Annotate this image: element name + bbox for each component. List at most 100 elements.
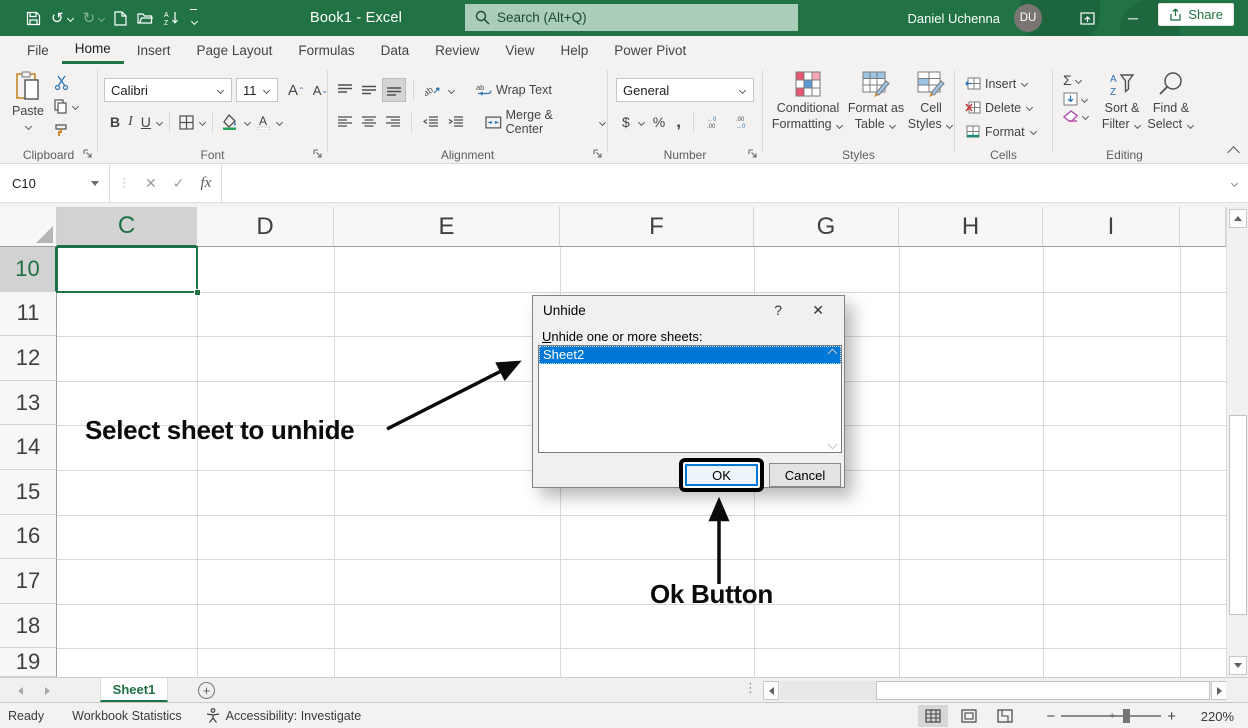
align-right-button[interactable] xyxy=(382,110,404,134)
fill-button[interactable] xyxy=(1063,92,1090,106)
zoom-slider[interactable]: + xyxy=(1061,715,1161,717)
number-format-select[interactable]: General xyxy=(616,78,754,102)
tab-page-layout[interactable]: Page Layout xyxy=(184,36,286,64)
workbook-statistics[interactable]: Workbook Statistics xyxy=(72,709,182,723)
increase-decimal-button[interactable]: ←0.00 xyxy=(702,110,728,134)
share-button[interactable]: Share xyxy=(1158,3,1234,26)
row-header-11[interactable]: 11 xyxy=(0,292,57,337)
tab-insert[interactable]: Insert xyxy=(124,36,184,64)
tab-formulas[interactable]: Formulas xyxy=(285,36,367,64)
delete-dropdown-icon[interactable] xyxy=(1026,104,1033,111)
avatar[interactable]: DU xyxy=(1014,4,1042,32)
sort-ascending-icon[interactable]: AZ xyxy=(164,10,180,26)
name-box[interactable]: C10 xyxy=(0,164,110,202)
top-align-button[interactable] xyxy=(334,78,356,102)
tab-help[interactable]: Help xyxy=(547,36,601,64)
fill-color-button[interactable] xyxy=(218,110,243,134)
zoom-out-button[interactable]: − xyxy=(1040,708,1061,725)
wrap-text-button[interactable]: ab Wrap Text xyxy=(472,78,556,102)
zoom-in-button[interactable]: + xyxy=(1161,708,1182,725)
cell-styles-button[interactable]: CellStyles xyxy=(905,64,957,150)
user-name[interactable]: Daniel Uchenna xyxy=(907,11,1000,26)
page-layout-view-button[interactable] xyxy=(954,705,984,727)
add-sheet-button[interactable]: + xyxy=(198,682,215,699)
row-header-18[interactable]: 18 xyxy=(0,604,57,649)
tab-home[interactable]: Home xyxy=(62,36,124,64)
scroll-up-button[interactable] xyxy=(1229,209,1247,228)
horizontal-scroll-thumb[interactable] xyxy=(876,681,1210,700)
cancel-button[interactable]: Cancel xyxy=(769,463,841,487)
vertical-scroll-thumb[interactable] xyxy=(1229,415,1247,615)
status-ready[interactable]: Ready xyxy=(8,709,44,723)
sheet-tab-sheet1[interactable]: Sheet1 xyxy=(100,678,168,702)
increase-indent-button[interactable] xyxy=(444,110,467,134)
sort-filter-button[interactable]: AZ Sort &Filter xyxy=(1097,64,1147,150)
column-header-i[interactable]: I xyxy=(1043,207,1180,247)
search-input[interactable]: Search (Alt+Q) xyxy=(465,4,798,31)
font-name-select[interactable]: Calibri xyxy=(104,78,232,102)
decrease-decimal-button[interactable]: .00→0 xyxy=(731,110,757,134)
tab-view[interactable]: View xyxy=(492,36,547,64)
fill-dropdown-icon[interactable] xyxy=(1081,95,1088,102)
orientation-dropdown-icon[interactable] xyxy=(448,86,455,93)
accessibility-status[interactable]: Accessibility: Investigate xyxy=(206,708,361,723)
bold-button[interactable]: B xyxy=(106,110,124,134)
clear-button[interactable] xyxy=(1063,110,1090,123)
row-header-10[interactable]: 10 xyxy=(0,247,57,292)
tab-power-pivot[interactable]: Power Pivot xyxy=(601,36,699,64)
alignment-dialog-launcher-icon[interactable] xyxy=(593,149,603,159)
undo-dropdown-icon[interactable] xyxy=(67,14,74,21)
row-header-12[interactable]: 12 xyxy=(0,336,57,381)
column-header[interactable] xyxy=(1180,207,1226,247)
number-dialog-launcher-icon[interactable] xyxy=(748,149,758,159)
insert-function-icon[interactable]: fx xyxy=(200,175,211,192)
tab-splitter-handle[interactable]: ⋮ xyxy=(744,680,757,696)
new-file-icon[interactable] xyxy=(114,11,127,26)
format-dropdown-icon[interactable] xyxy=(1030,128,1037,135)
page-break-preview-button[interactable] xyxy=(990,705,1020,727)
row-header-13[interactable]: 13 xyxy=(0,381,57,426)
conditional-formatting-button[interactable]: ConditionalFormatting xyxy=(769,64,847,150)
previous-sheet-icon[interactable] xyxy=(18,687,23,695)
list-scroll-down-icon[interactable] xyxy=(828,440,838,450)
minimize-button[interactable]: ─ xyxy=(1110,0,1156,36)
cut-button[interactable] xyxy=(54,74,80,91)
ribbon-display-options-icon[interactable] xyxy=(1064,0,1110,36)
underline-button[interactable]: U xyxy=(137,110,155,134)
select-all-corner[interactable] xyxy=(0,207,57,247)
zoom-level[interactable]: 220% xyxy=(1194,709,1234,724)
dialog-close-icon[interactable]: ✕ xyxy=(812,302,824,319)
row-header-17[interactable]: 17 xyxy=(0,559,57,604)
scroll-right-button[interactable] xyxy=(1211,681,1227,700)
undo-button[interactable]: ↺ xyxy=(51,11,73,26)
collapse-ribbon-icon[interactable] xyxy=(1227,146,1240,159)
vertical-scrollbar[interactable] xyxy=(1226,207,1248,677)
percent-style-button[interactable]: % xyxy=(649,110,669,134)
paste-dropdown-icon[interactable] xyxy=(24,123,31,130)
autosum-dropdown-icon[interactable] xyxy=(1075,76,1082,83)
delete-cells-button[interactable]: Delete xyxy=(965,96,1038,119)
column-header-g[interactable]: G xyxy=(754,207,899,247)
accounting-dropdown-icon[interactable] xyxy=(638,118,645,125)
clear-dropdown-icon[interactable] xyxy=(1082,113,1089,120)
fill-handle[interactable] xyxy=(194,289,201,296)
font-color-dropdown-icon[interactable] xyxy=(276,118,283,125)
next-sheet-icon[interactable] xyxy=(45,687,50,695)
comma-style-button[interactable]: , xyxy=(672,110,685,134)
merge-center-dropdown-icon[interactable] xyxy=(599,118,606,125)
dialog-title-bar[interactable]: Unhide xyxy=(533,296,844,325)
column-header-c[interactable]: C xyxy=(57,207,197,247)
format-cells-button[interactable]: Format xyxy=(965,120,1038,143)
align-left-button[interactable] xyxy=(334,110,356,134)
column-header-f[interactable]: F xyxy=(560,207,754,247)
borders-button[interactable] xyxy=(175,110,198,134)
align-center-button[interactable] xyxy=(358,110,380,134)
merge-center-button[interactable]: Merge & Center xyxy=(481,110,596,134)
scroll-left-button[interactable] xyxy=(763,681,779,700)
ok-button[interactable]: OK xyxy=(685,464,758,486)
dialog-help-button[interactable]: ? xyxy=(774,302,782,318)
format-as-table-button[interactable]: Format asTable xyxy=(847,64,905,150)
middle-align-button[interactable] xyxy=(358,78,380,102)
orientation-button[interactable]: ab xyxy=(421,78,445,102)
copy-dropdown-icon[interactable] xyxy=(72,103,79,110)
